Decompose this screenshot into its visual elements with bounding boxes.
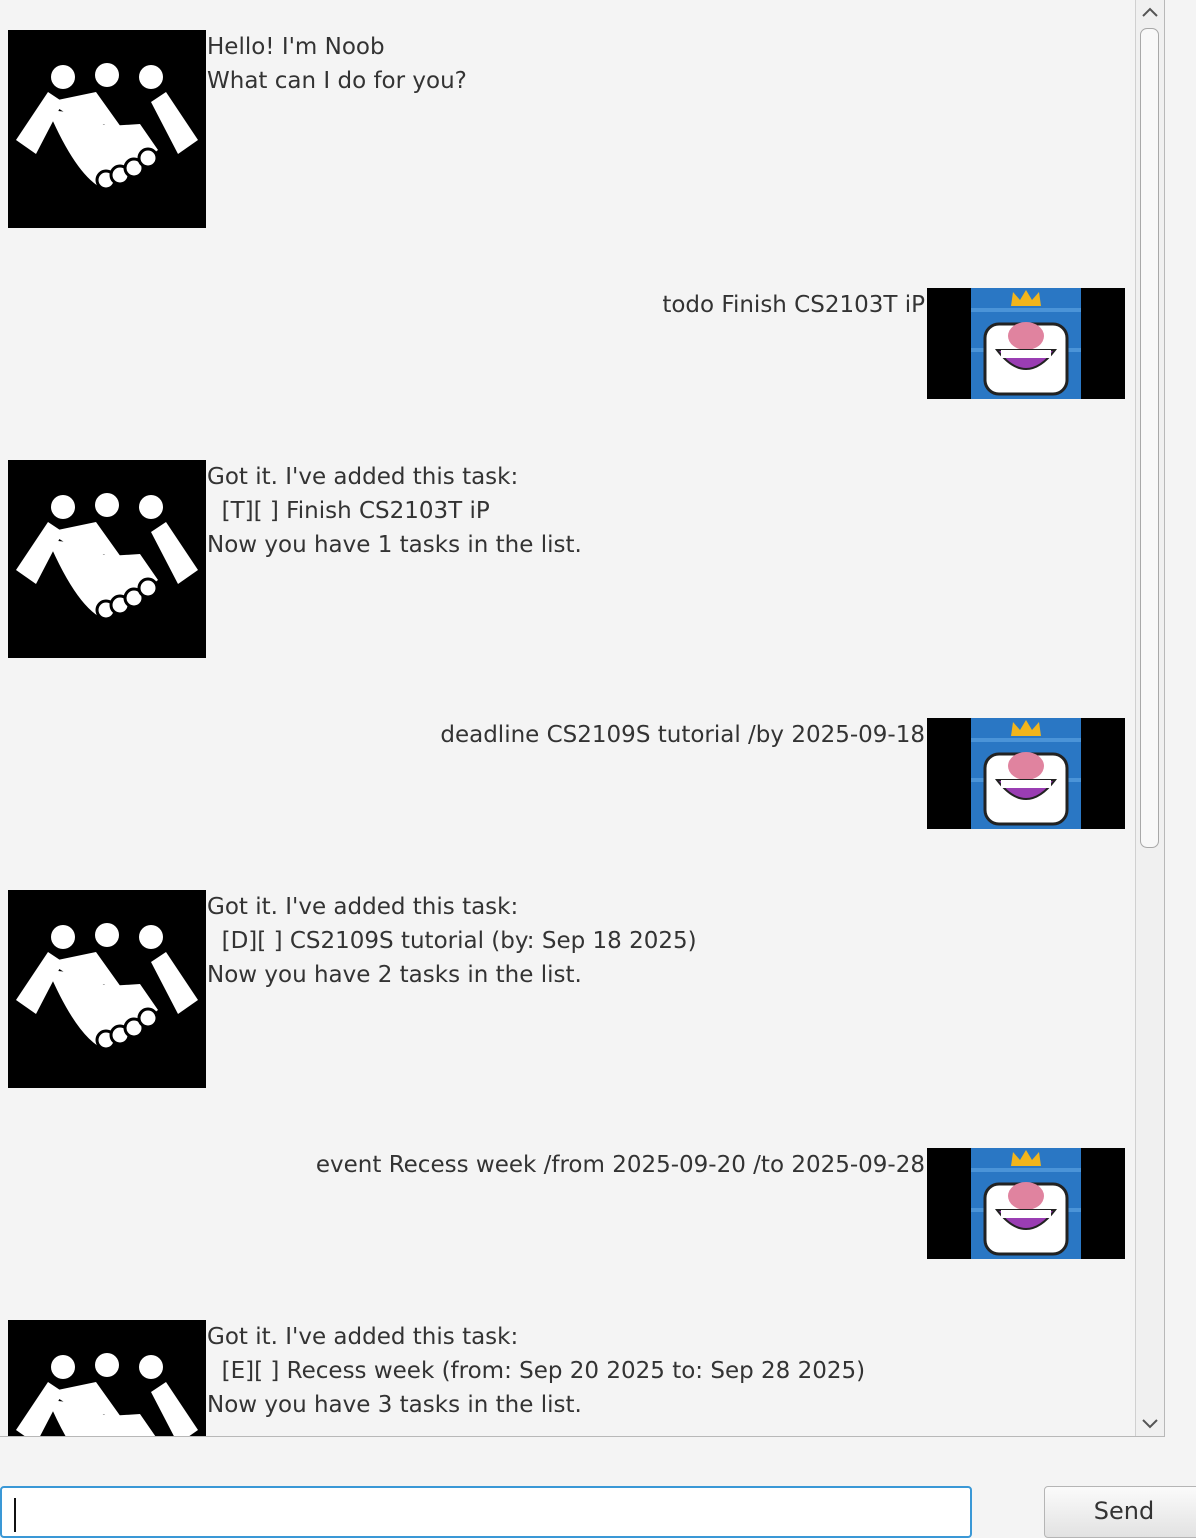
handshake-icon (8, 1320, 206, 1436)
handshake-icon (8, 30, 206, 228)
king-emote-icon (927, 288, 1125, 399)
duke-message: Got it. I've added this task: [E][ ] Rec… (207, 1324, 866, 1418)
user-input-field[interactable] (0, 1486, 972, 1538)
handshake-icon (8, 460, 206, 658)
king-emote-icon (927, 718, 1125, 829)
chevron-down-icon[interactable] (1136, 1412, 1164, 1436)
king-emote-icon (927, 1148, 1125, 1259)
user-message: event Recess week /from 2025-09-20 /to 2… (315, 1152, 925, 1178)
text-caret (14, 1498, 16, 1532)
duke-message: Hello! I'm Noob What can I do for you? (207, 34, 467, 94)
user-message: todo Finish CS2103T iP (662, 292, 925, 318)
chevron-up-icon[interactable] (1136, 0, 1164, 24)
scrollbar-thumb[interactable] (1140, 28, 1159, 848)
dialog-scroll-pane[interactable]: Hello! I'm Noob What can I do for you? t… (0, 0, 1165, 1437)
vertical-scrollbar[interactable] (1135, 0, 1164, 1436)
duke-message: Got it. I've added this task: [T][ ] Fin… (207, 464, 582, 558)
send-button[interactable]: Send (1044, 1486, 1196, 1538)
handshake-icon (8, 890, 206, 1088)
user-message: deadline CS2109S tutorial /by 2025-09-18 (440, 722, 925, 748)
duke-message: Got it. I've added this task: [D][ ] CS2… (207, 894, 697, 988)
